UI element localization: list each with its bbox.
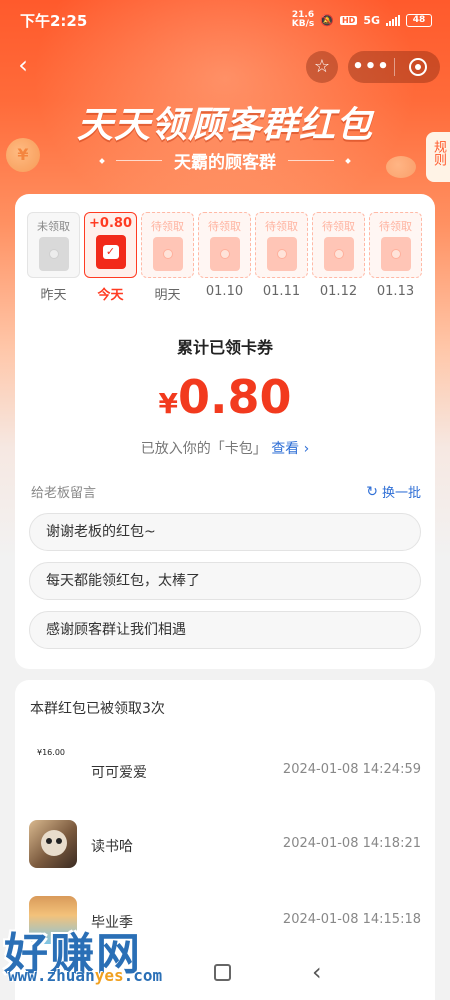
view-wallet-link[interactable]: 查看 › — [271, 441, 309, 457]
avatar: ¥16.00 — [29, 746, 77, 794]
record-row: 读书哈 2024-01-08 14:18:21 — [29, 820, 421, 870]
envelope-icon — [38, 237, 69, 271]
watermark-url: www.zhuanyes.com — [8, 966, 162, 985]
record-name: 可可爱爱 — [91, 765, 147, 781]
net-speed-unit: KB/s — [291, 19, 315, 29]
decor-line — [116, 160, 162, 161]
envelope-icon — [152, 237, 183, 271]
day-tag: 待领取 — [151, 220, 184, 233]
rules-tab[interactable]: 规则 — [426, 132, 450, 182]
close-circle-icon[interactable] — [395, 58, 440, 76]
hd-badge: HD — [339, 15, 358, 25]
day-label: 01.12 — [319, 284, 358, 299]
day-label: 01.10 — [205, 284, 244, 299]
day-label: 01.13 — [376, 284, 415, 299]
refresh-label: 换一批 — [381, 486, 421, 501]
records-title: 本群红包已被领取3次 — [30, 701, 165, 717]
day-item-0113[interactable]: 待领取 01.13 — [369, 212, 422, 299]
group-name: 天霸的顾客群 — [174, 153, 276, 173]
record-name: 读书哈 — [91, 839, 133, 855]
record-time: 2024-01-08 14:15:18 — [282, 912, 421, 927]
wallet-text: 已放入你的「卡包」 — [140, 441, 267, 457]
envelope-icon — [380, 237, 411, 271]
status-time: 下午2:25 — [20, 11, 88, 30]
home-nav-button[interactable] — [214, 964, 231, 981]
status-indicators: 21.6 KB/s 🔕 HD 5G 48 — [292, 11, 432, 29]
day-tag: 待领取 — [322, 220, 355, 233]
url-part: .com — [123, 966, 163, 985]
day-label: 明天 — [154, 288, 181, 303]
day-tag: 待领取 — [208, 220, 241, 233]
decor-diamond — [99, 157, 105, 164]
message-header: 给老板留言 ↻ 换一批 — [31, 482, 421, 502]
day-tag: 未领取 — [37, 220, 70, 233]
day-item-yesterday[interactable]: 未领取 昨天 — [27, 212, 80, 303]
decor-line — [288, 160, 334, 161]
day-tag: 待领取 — [379, 220, 412, 233]
back-button[interactable]: ‹ — [10, 52, 36, 78]
envelope-icon — [266, 237, 297, 271]
view-label: 查看 — [271, 441, 300, 457]
day-label: 今天 — [97, 288, 124, 303]
envelope-icon — [323, 237, 354, 271]
day-item-0111[interactable]: 待领取 01.11 — [255, 212, 308, 299]
days-row: 未领取 昨天 +0.80 ✓ 今天 待领取 明天 待领取 01.10 待领取 01… — [27, 212, 427, 306]
url-part: www.zhuan — [8, 966, 95, 985]
url-part-highlight: yes — [94, 966, 124, 985]
back-nav-button[interactable]: ‹ — [312, 958, 322, 986]
wallet-row: 已放入你的「卡包」 查看 › — [15, 438, 435, 458]
record-row: ¥16.00 可可爱爱 2024-01-08 14:24:59 — [29, 746, 421, 796]
record-time: 2024-01-08 14:24:59 — [282, 762, 421, 777]
rules-label: 规则 — [431, 140, 446, 166]
refresh-button[interactable]: ↻ 换一批 — [366, 482, 421, 502]
mute-bell-icon: 🔕 — [320, 13, 334, 27]
total-label: 累计已领卡券 — [176, 338, 273, 357]
envelope-checked-icon: ✓ — [95, 235, 126, 269]
mini-program-capsule: ••• — [348, 51, 440, 83]
signal-icon — [386, 14, 400, 26]
more-dots-icon[interactable]: ••• — [348, 51, 394, 83]
avatar-price-text: ¥16.00 — [37, 748, 65, 757]
status-bar: 下午2:25 21.6 KB/s 🔕 HD 5G 48 — [0, 0, 450, 40]
day-tag: 待领取 — [265, 220, 298, 233]
day-tag: +0.80 — [89, 216, 132, 231]
message-option[interactable]: 感谢顾客群让我们相遇 — [29, 611, 421, 649]
amount-value: 0.80 — [177, 370, 292, 424]
day-label: 昨天 — [40, 288, 67, 303]
redpacket-card: 未领取 昨天 +0.80 ✓ 今天 待领取 明天 待领取 01.10 待领取 01… — [15, 194, 435, 669]
refresh-icon: ↻ — [366, 483, 378, 500]
decor-diamond — [345, 157, 351, 164]
subtitle-row: 天霸的顾客群 — [0, 148, 450, 173]
record-time: 2024-01-08 14:18:21 — [282, 836, 421, 851]
day-item-tomorrow[interactable]: 待领取 明天 — [141, 212, 194, 303]
total-amount: ¥0.80 — [15, 370, 435, 424]
currency-symbol: ¥ — [158, 387, 178, 420]
message-option[interactable]: 每天都能领红包，太棒了 — [29, 562, 421, 600]
net-speed: 21.6 KB/s — [292, 11, 314, 29]
page-title: 天天领顾客群红包 — [76, 104, 373, 146]
message-option[interactable]: 谢谢老板的红包~ — [29, 513, 421, 551]
day-item-0112[interactable]: 待领取 01.12 — [312, 212, 365, 299]
day-item-today[interactable]: +0.80 ✓ 今天 — [84, 212, 137, 303]
day-item-0110[interactable]: 待领取 01.10 — [198, 212, 251, 299]
battery-icon: 48 — [406, 13, 432, 27]
network-type: 5G — [363, 13, 380, 27]
day-label: 01.11 — [262, 284, 301, 299]
star-button[interactable]: ☆ — [306, 51, 338, 83]
avatar — [29, 820, 77, 868]
message-title: 给老板留言 — [31, 486, 97, 501]
chevron-right-icon: › — [303, 441, 310, 457]
envelope-icon — [209, 237, 240, 271]
